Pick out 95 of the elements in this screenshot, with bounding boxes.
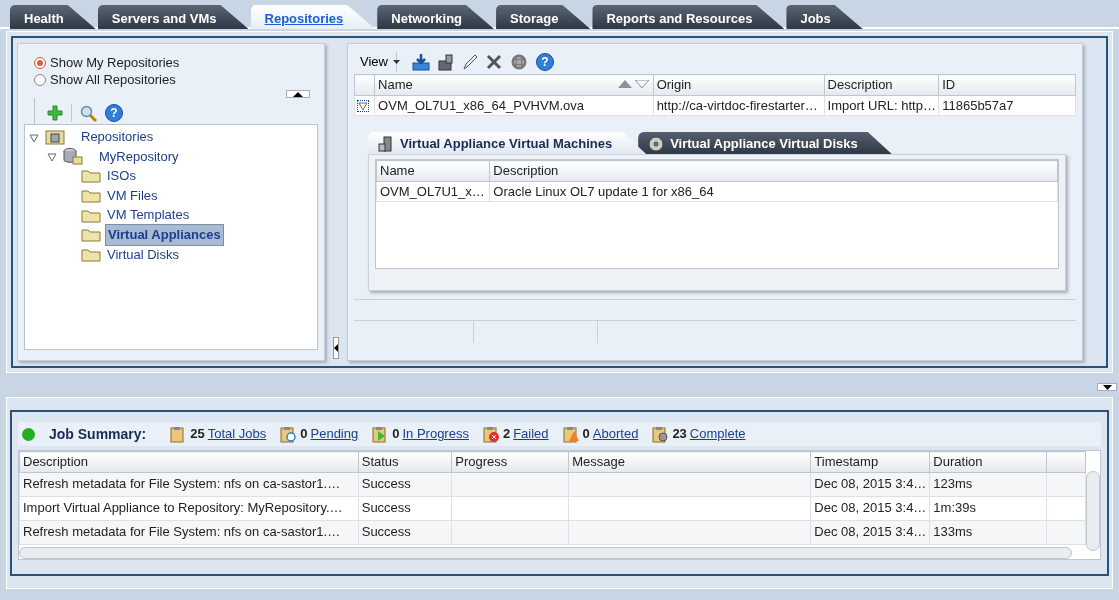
tree-item[interactable]: VM Files (105, 185, 160, 206)
collapse-button[interactable] (286, 90, 310, 98)
folder-icon (81, 246, 101, 262)
table-cell: Import URL: http… (824, 95, 939, 116)
summary-title: Job Summary: (49, 424, 147, 444)
help-button[interactable]: ? (535, 53, 554, 71)
job-count: 0 (392, 425, 400, 444)
table-cell: Refresh metadata for File System: nfs on ca-sastor1.… (19, 472, 359, 496)
detail-tab[interactable]: Virtual Appliance Virtual Machines (368, 132, 647, 154)
database-icon (63, 147, 83, 165)
warning-icon (562, 425, 580, 443)
main-tab[interactable]: Jobs (786, 5, 863, 29)
job-count: 25 (190, 425, 205, 444)
expand-down-icon (1102, 384, 1112, 390)
table-cell: Success (358, 520, 452, 544)
column-header[interactable]: Description (824, 74, 939, 95)
splitter-handle[interactable] (333, 337, 339, 359)
job-count-link[interactable]: Pending (310, 424, 359, 444)
edit-icon[interactable] (461, 53, 478, 71)
table-cell: 123ms (929, 472, 1047, 496)
table-cell: 1m:39s (929, 496, 1047, 520)
tree-item[interactable]: Virtual Disks (105, 244, 181, 265)
job-count-link[interactable]: Aborted (592, 424, 639, 444)
caret-icon (392, 60, 400, 64)
error-icon (482, 425, 500, 443)
column-header[interactable]: Description (19, 451, 359, 472)
main-tab[interactable]: Repositories (250, 5, 376, 29)
column-header[interactable]: ID (938, 74, 1076, 95)
help-button[interactable]: ? (105, 104, 123, 122)
search-icon[interactable] (80, 104, 97, 122)
disk-icon (648, 136, 665, 152)
import-icon[interactable] (411, 53, 430, 71)
job-count: 23 (672, 425, 687, 444)
job-count: 2 (502, 425, 511, 444)
job-count-link[interactable]: Complete (689, 424, 746, 444)
folder-icon (81, 227, 101, 243)
column-header[interactable]: Origin (653, 74, 825, 95)
table-cell: Oracle Linux OL7 update 1 for x86_64 (489, 181, 1058, 202)
table-cell: Dec 08, 2015 3:4… (810, 520, 930, 544)
table-cell: http://ca-virtdoc-firestarter… (653, 95, 825, 116)
tree-item[interactable]: Repositories (79, 127, 156, 147)
collapse-left-icon (334, 344, 338, 352)
tree-item[interactable]: VM Templates (105, 205, 192, 225)
table-cell: OVM_OL7U1_x86_64_PVHVM.ova (374, 95, 654, 116)
repository-folder-icon (45, 128, 65, 145)
vertical-scrollbar[interactable] (1086, 471, 1100, 551)
expanded-icon[interactable] (47, 152, 57, 163)
expanded-icon[interactable] (358, 101, 368, 112)
table-cell: Dec 08, 2015 3:4… (810, 496, 930, 520)
folder-icon (81, 168, 101, 184)
collapse-icon (293, 91, 303, 97)
column-header[interactable]: Name (376, 160, 490, 181)
expanded-icon[interactable] (29, 132, 39, 143)
delete-icon[interactable] (485, 54, 502, 70)
add-icon[interactable] (47, 105, 63, 121)
radio-button[interactable] (34, 73, 46, 86)
expand-down-button[interactable] (1097, 383, 1117, 391)
table-cell: Refresh metadata for File System: nfs on ca-sastor1.… (19, 520, 359, 544)
table-cell: Dec 08, 2015 3:4… (810, 472, 930, 496)
job-count: 0 (582, 425, 590, 444)
job-count-link[interactable]: In Progress (402, 424, 469, 444)
job-count-link[interactable]: Total Jobs (207, 424, 267, 444)
sort-icon[interactable] (617, 80, 650, 88)
table-cell: Success (358, 472, 452, 496)
clock-icon (280, 425, 298, 443)
main-tab[interactable]: Servers and VMs (97, 5, 249, 29)
tree-item[interactable]: MyRepository (97, 146, 181, 167)
main-tab[interactable]: Networking (377, 5, 495, 29)
table-cell: Import Virtual Appliance to Repository: MyRepository.… (19, 496, 359, 520)
table-cell: 11865b57a7 (938, 95, 1076, 116)
table-cell: Success (358, 496, 452, 520)
folder-icon (81, 188, 101, 204)
column-header[interactable]: Message (568, 451, 811, 472)
column-header[interactable]: Description (489, 160, 1058, 181)
table-cell: 133ms (929, 520, 1047, 544)
radio-button[interactable] (34, 56, 46, 69)
column-header[interactable]: Timestamp (810, 451, 930, 472)
column-header[interactable]: Progress (451, 451, 569, 472)
job-count-link[interactable]: Failed (513, 424, 549, 444)
table-cell: OVM_OL7U1_x… (376, 181, 490, 202)
status-dot (22, 427, 35, 441)
main-tab[interactable]: Health (10, 5, 96, 29)
column-header[interactable]: Duration (929, 451, 1047, 472)
main-tab[interactable]: Reports and Resources (592, 5, 785, 29)
job-count: 0 (300, 425, 308, 444)
horizontal-scrollbar[interactable] (19, 547, 1072, 559)
column-header[interactable]: Name (378, 77, 413, 92)
column-header[interactable]: Status (358, 451, 452, 472)
tree-item[interactable]: Virtual Appliances (105, 224, 224, 246)
folder-icon (81, 207, 101, 223)
export-icon[interactable] (437, 53, 454, 71)
tree-item[interactable]: ISOs (105, 166, 138, 186)
detail-tab[interactable]: Virtual Appliance Virtual Disks (638, 132, 892, 154)
server-icon (378, 136, 394, 152)
main-tab[interactable]: Storage (496, 5, 591, 29)
